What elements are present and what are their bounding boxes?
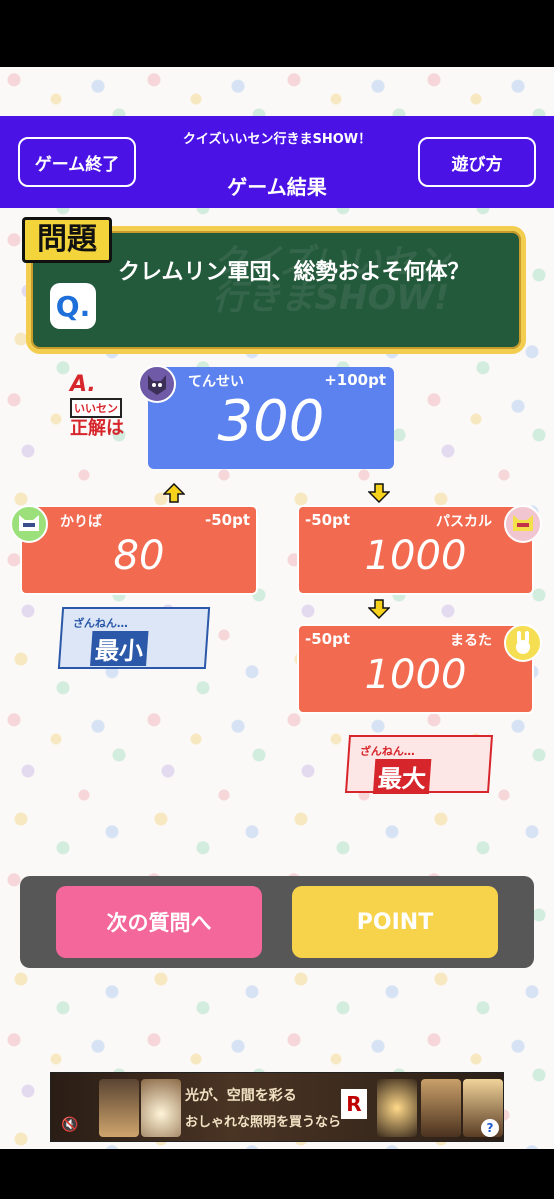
answer-sub: いいセン bbox=[70, 398, 122, 418]
player-name: てんせい bbox=[188, 374, 244, 390]
question-text: クレムリン軍団、総勢およそ何体？ bbox=[118, 260, 470, 285]
ad-text-line1: 光が、空間を彩る bbox=[185, 1088, 297, 1104]
q-badge-icon: Q. bbox=[50, 283, 96, 329]
page-title: ゲーム結果 bbox=[227, 175, 327, 199]
lamp-image bbox=[421, 1079, 461, 1137]
answer-value: 80 bbox=[113, 533, 165, 579]
answer-card-left: かりば -50pt 80 bbox=[20, 505, 258, 595]
wolf-avatar-icon bbox=[138, 365, 176, 403]
player-points: -50pt bbox=[305, 630, 351, 648]
help-icon[interactable]: ? bbox=[481, 1119, 499, 1137]
player-points: +100pt bbox=[324, 371, 386, 389]
lamp-image bbox=[141, 1079, 181, 1137]
lamp-image bbox=[99, 1079, 139, 1137]
cat-avatar-icon bbox=[10, 505, 48, 543]
answer-label: A. いいセン 正解は bbox=[70, 372, 140, 440]
action-panel: 次の質問へ POINT bbox=[20, 876, 534, 968]
answer-main: 正解は bbox=[70, 418, 124, 439]
max-badge: ざんねん… 最大 bbox=[344, 735, 494, 794]
arrow-down-icon bbox=[368, 483, 390, 503]
cat-avatar-icon bbox=[504, 505, 542, 543]
ad-banner[interactable]: 光が、空間を彩る おしゃれな照明を買うなら R 🔇 ? bbox=[50, 1072, 504, 1142]
point-button[interactable]: POINT bbox=[292, 886, 498, 958]
how-to-play-button[interactable]: 遊び方 bbox=[418, 137, 536, 187]
player-name: パスカル bbox=[436, 514, 492, 530]
answer-value: 300 bbox=[217, 389, 325, 454]
answer-value: 1000 bbox=[364, 533, 467, 579]
ad-text-line2: おしゃれな照明を買うなら bbox=[185, 1115, 342, 1130]
mute-icon[interactable]: 🔇 bbox=[61, 1117, 78, 1133]
answer-value: 1000 bbox=[364, 652, 467, 698]
rabbit-avatar-icon bbox=[504, 624, 542, 662]
answer-card-right-1: -50pt パスカル 1000 bbox=[297, 505, 534, 595]
ad-logo: R bbox=[341, 1089, 367, 1119]
question-label: 問題 bbox=[22, 217, 112, 263]
correct-answer-card: てんせい +100pt 300 bbox=[148, 367, 394, 469]
arrow-down-icon bbox=[368, 599, 390, 619]
player-points: -50pt bbox=[204, 511, 250, 529]
arrow-up-icon bbox=[163, 483, 185, 503]
lamp-image bbox=[377, 1079, 417, 1137]
end-game-button[interactable]: ゲーム終了 bbox=[18, 137, 136, 187]
game-screen: ゲーム終了 クイズいいセン行きまSHOW！ ゲーム結果 遊び方 クイズいいセン … bbox=[0, 67, 554, 1149]
player-name: まるた bbox=[450, 633, 492, 649]
player-name: かりば bbox=[60, 514, 102, 530]
app-subtitle: クイズいいセン行きまSHOW！ bbox=[182, 132, 372, 147]
player-points: -50pt bbox=[305, 511, 351, 529]
answer-a: A. bbox=[70, 372, 96, 397]
min-badge: ざんねん… 最小 bbox=[57, 607, 211, 669]
header-bar: ゲーム終了 クイズいいセン行きまSHOW！ ゲーム結果 遊び方 bbox=[0, 116, 554, 208]
next-question-button[interactable]: 次の質問へ bbox=[56, 886, 262, 958]
answer-card-right-2: -50pt まるた 1000 bbox=[297, 624, 534, 714]
